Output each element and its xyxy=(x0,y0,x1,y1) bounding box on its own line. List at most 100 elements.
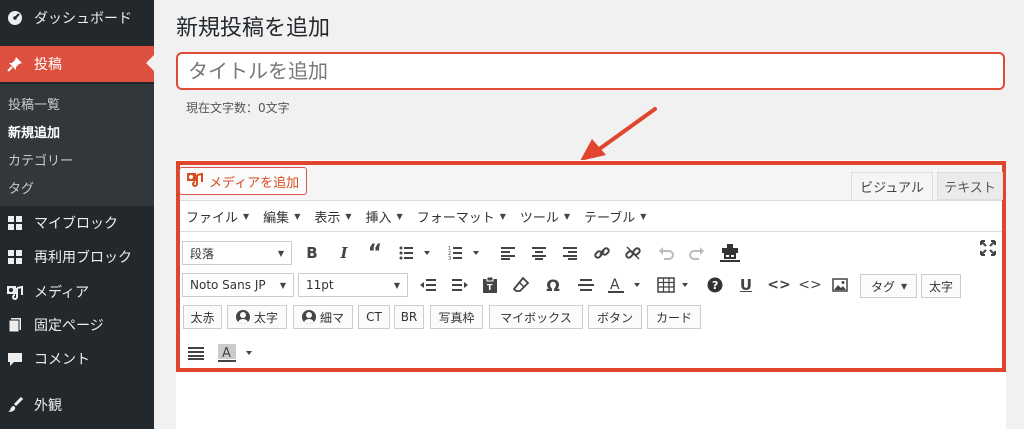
speech-thin-button[interactable]: 細マ xyxy=(293,305,353,329)
speech-bold-button[interactable]: 太字 xyxy=(227,305,287,329)
align-center-icon[interactable] xyxy=(529,242,549,264)
blockquote-icon[interactable]: “ xyxy=(365,241,385,266)
align-right-icon[interactable] xyxy=(560,242,580,264)
menu-dashboard[interactable]: ダッシュボード xyxy=(0,1,154,35)
tab-visual[interactable]: ビジュアル xyxy=(851,172,933,200)
menu-media[interactable]: メディア xyxy=(0,275,154,309)
image-icon[interactable] xyxy=(830,275,850,295)
align-left-icon[interactable] xyxy=(498,242,518,264)
speech-bold-label: 太字 xyxy=(253,310,278,325)
br-button[interactable]: BR xyxy=(394,305,424,329)
fullscreen-icon[interactable] xyxy=(978,238,998,258)
horizontal-rule-icon[interactable] xyxy=(576,275,596,295)
menu-my-block[interactable]: マイブロック xyxy=(0,206,154,240)
bold-red-button[interactable]: 太赤 xyxy=(183,305,222,329)
table-icon[interactable] xyxy=(656,275,692,295)
media-icon xyxy=(6,283,24,301)
tag-select-value: タグ xyxy=(871,279,896,294)
paste-text-icon[interactable]: T xyxy=(480,275,500,295)
format-select[interactable]: 段落 ▼ xyxy=(182,241,292,265)
menu-view[interactable]: 表示 ▼ xyxy=(314,207,351,226)
submenu-add-new[interactable]: 新規追加 xyxy=(8,122,60,141)
chevron-down-icon: ▼ xyxy=(499,211,506,221)
undo-icon[interactable] xyxy=(656,242,676,264)
ct-button[interactable]: CT xyxy=(358,305,390,329)
numbered-list-icon[interactable]: 123 xyxy=(447,242,483,264)
chevron-down-icon: ▼ xyxy=(345,211,352,221)
page-title: 新規投稿を追加 xyxy=(176,16,331,41)
menu-reusable-block-label: 再利用ブロック xyxy=(34,250,132,266)
code-icon[interactable]: <> xyxy=(798,275,821,295)
unlink-icon[interactable] xyxy=(623,242,643,264)
bold-icon[interactable]: B xyxy=(302,242,322,264)
submenu-tags[interactable]: タグ xyxy=(8,178,34,197)
grid-icon xyxy=(6,214,24,232)
code-bold-icon[interactable]: <> xyxy=(767,275,790,295)
button-button[interactable]: ボタン xyxy=(588,305,642,329)
red-arrow-icon xyxy=(580,107,657,161)
avatar-icon xyxy=(235,310,250,324)
menu-dashboard-label: ダッシュボード xyxy=(34,11,132,27)
menu-media-label: メディア xyxy=(34,285,90,301)
menu-appearance[interactable]: 外観 xyxy=(0,388,154,422)
svg-text:?: ? xyxy=(712,279,718,292)
menu-pages-label: 固定ページ xyxy=(34,318,104,334)
add-media-label: メディアを追加 xyxy=(209,175,300,191)
my-box-button[interactable]: マイボックス xyxy=(489,305,583,329)
menu-format[interactable]: フォーマット ▼ xyxy=(417,207,506,226)
chevron-down-icon: ▼ xyxy=(901,281,908,291)
omega-icon[interactable]: Ω xyxy=(543,275,563,295)
bullet-list-icon[interactable] xyxy=(398,242,434,264)
card-button[interactable]: カード xyxy=(647,305,701,329)
eraser-icon[interactable] xyxy=(511,275,531,295)
outdent-icon[interactable] xyxy=(418,275,438,295)
chevron-down-icon: ▼ xyxy=(396,211,403,221)
custom-block-icon[interactable] xyxy=(719,242,741,264)
font-size-value: 11pt xyxy=(306,278,334,292)
tab-text[interactable]: テキスト xyxy=(937,172,1003,200)
menu-edit[interactable]: 編集 ▼ xyxy=(263,207,300,226)
redo-icon[interactable] xyxy=(687,242,707,264)
menu-table[interactable]: テーブル ▼ xyxy=(584,207,646,226)
font-size-select[interactable]: 11pt ▼ xyxy=(298,273,408,297)
italic-icon[interactable]: I xyxy=(334,242,354,264)
dashboard-icon xyxy=(6,9,24,27)
editor-menubar: ファイル ▼ 編集 ▼ 表示 ▼ 挿入 ▼ フォーマット ▼ ツール ▼ テーブル ▼ xyxy=(180,200,1002,232)
svg-text:A: A xyxy=(610,277,620,293)
link-icon[interactable] xyxy=(592,242,612,264)
grid-icon xyxy=(6,248,24,266)
font-family-select[interactable]: Noto Sans JP ▼ xyxy=(182,273,294,297)
submenu-categories[interactable]: カテゴリー xyxy=(8,150,73,169)
menu-tools[interactable]: ツール ▼ xyxy=(520,207,570,226)
menu-table-label: テーブル xyxy=(584,210,636,226)
speech-thin-label: 細マ xyxy=(319,310,344,325)
menu-file[interactable]: ファイル ▼ xyxy=(186,207,249,226)
menu-comments[interactable]: コメント xyxy=(0,342,154,376)
background-color-icon[interactable]: A xyxy=(216,342,256,364)
justify-icon[interactable] xyxy=(186,343,206,363)
photo-frame-button[interactable]: 写真枠 xyxy=(430,305,483,329)
bold-jp-button[interactable]: 太字 xyxy=(921,274,961,298)
submenu-all-posts[interactable]: 投稿一覧 xyxy=(8,94,60,113)
media-icon xyxy=(186,171,204,191)
menu-posts[interactable]: 投稿 xyxy=(0,46,154,82)
svg-text:A: A xyxy=(222,346,231,361)
char-count-text: 現在文字数：0文字 xyxy=(186,101,290,115)
underline-icon[interactable]: U xyxy=(736,275,756,295)
menu-format-label: フォーマット xyxy=(416,210,495,226)
indent-icon[interactable] xyxy=(450,275,470,295)
add-media-button[interactable]: メディアを追加 xyxy=(179,167,308,195)
menu-edit-label: 編集 xyxy=(263,210,290,226)
menu-reusable-block[interactable]: 再利用ブロック xyxy=(0,240,154,274)
font-family-value: Noto Sans JP xyxy=(190,278,266,292)
menu-insert[interactable]: 挿入 ▼ xyxy=(366,207,403,226)
text-color-icon[interactable]: A xyxy=(606,275,644,295)
tag-select[interactable]: タグ ▼ xyxy=(860,274,917,298)
help-icon[interactable]: ? xyxy=(705,275,725,295)
menu-file-label: ファイル xyxy=(186,210,239,226)
menu-pages[interactable]: 固定ページ xyxy=(0,308,154,342)
menu-my-block-label: マイブロック xyxy=(34,216,118,232)
post-title-input[interactable] xyxy=(176,52,1005,90)
menu-appearance-label: 外観 xyxy=(34,398,62,414)
comment-icon xyxy=(6,350,24,368)
